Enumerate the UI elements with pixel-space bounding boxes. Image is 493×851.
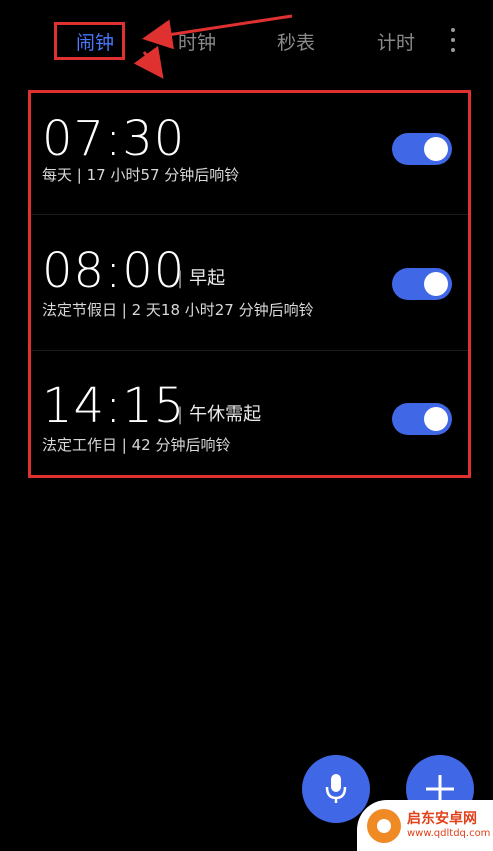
alarm-subtitle: 法定工作日 | 42 分钟后响铃 — [42, 436, 231, 454]
label-separator: | — [177, 404, 184, 425]
alarm-time: 07:30 — [42, 111, 186, 167]
alarm-item[interactable]: 14:15 | 午休需起 法定工作日 | 42 分钟后响铃 — [31, 352, 468, 486]
watermark-url: www.qdltdq.com — [407, 827, 491, 839]
watermark-title: 启东安卓网 — [407, 811, 477, 828]
toggle-knob — [424, 272, 448, 296]
alarm-time: 14:15 — [42, 378, 186, 434]
label-separator: | — [177, 268, 184, 289]
divider — [31, 214, 468, 215]
voice-button[interactable] — [302, 755, 370, 823]
watermark: 启东安卓网 www.qdltdq.com — [357, 800, 493, 851]
alarm-toggle[interactable] — [392, 403, 452, 435]
alarm-label: 午休需起 — [189, 404, 262, 425]
alarm-toggle[interactable] — [392, 268, 452, 300]
alarm-label-wrap: | 早起 — [177, 270, 225, 288]
alarm-subtitle: 法定节假日 | 2 天18 小时27 分钟后响铃 — [42, 301, 314, 319]
alarm-label: 早起 — [189, 268, 226, 289]
watermark-logo-icon — [367, 808, 401, 843]
microphone-icon — [325, 774, 347, 803]
alarm-time: 08:00 — [42, 243, 186, 299]
alarm-item[interactable]: 08:00 | 早起 法定节假日 | 2 天18 小时27 分钟后响铃 — [31, 216, 468, 350]
alarm-subtitle: 每天 | 17 小时57 分钟后响铃 — [42, 166, 240, 184]
arrow-to-tab — [142, 14, 293, 50]
toggle-knob — [424, 407, 448, 431]
alarm-toggle[interactable] — [392, 133, 452, 165]
toggle-knob — [424, 137, 448, 161]
alarm-label-wrap: | 午休需起 — [177, 406, 261, 424]
alarm-item[interactable]: 07:30 每天 | 17 小时57 分钟后响铃 — [31, 92, 468, 226]
divider — [31, 350, 468, 351]
arrow-down — [133, 45, 164, 79]
